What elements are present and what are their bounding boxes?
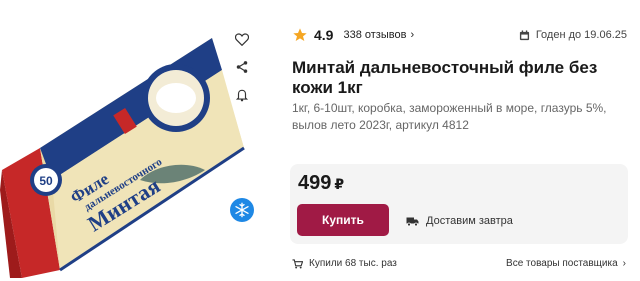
expiry-label: Годен до 19.06.25 [535, 29, 627, 41]
rating-value: 4.9 [314, 27, 334, 43]
buy-card: 499 ₽ Купить Доставим завтра [290, 164, 628, 244]
calendar-icon [519, 29, 529, 40]
reviews-link[interactable]: 338 отзывов › [343, 29, 414, 41]
star-icon [293, 28, 307, 41]
purchase-count: Купили 68 тыс. раз [292, 258, 397, 269]
buy-button[interactable]: Купить [297, 204, 389, 236]
purchase-count-label: Купили 68 тыс. раз [309, 258, 397, 269]
frozen-badge [230, 198, 254, 222]
snowflake-icon [235, 202, 249, 218]
all-goods-label: Все товары поставщика [506, 258, 618, 269]
truck-icon [406, 217, 419, 226]
price: 499 ₽ [298, 172, 344, 195]
heart-icon [235, 32, 249, 46]
bell-icon [235, 89, 249, 102]
chevron-right-icon: › [622, 258, 626, 269]
product-title: Минтай дальневосточный филе без кожи 1кг [292, 58, 598, 97]
fish-package-illustration: 50 Филе дальневосточного Минтая [0, 38, 245, 278]
product-image[interactable]: 50 Филе дальневосточного Минтая [0, 20, 262, 280]
reviews-label: 338 отзывов [343, 29, 407, 41]
currency-symbol: ₽ [334, 176, 345, 192]
price-value: 499 [298, 172, 332, 194]
product-description: 1кг, 6-10шт, коробка, замороженный в мор… [292, 101, 607, 132]
all-supplier-goods-link[interactable]: Все товары поставщика › [506, 258, 626, 269]
package-badge-number: 50 [39, 174, 53, 188]
delivery-label: Доставим завтра [426, 215, 513, 227]
cart-icon [292, 258, 303, 269]
rating-row: 4.9 338 отзывов › Годен до 19.06.25 [292, 25, 627, 45]
delivery-info: Доставим завтра [406, 215, 513, 227]
share-icon [236, 61, 248, 73]
share-button[interactable] [231, 56, 253, 78]
chevron-right-icon: › [410, 29, 415, 41]
expiry-date: Годен до 19.06.25 [519, 29, 627, 41]
side-actions [230, 28, 254, 106]
notify-button[interactable] [231, 84, 253, 106]
favorite-button[interactable] [231, 28, 253, 50]
